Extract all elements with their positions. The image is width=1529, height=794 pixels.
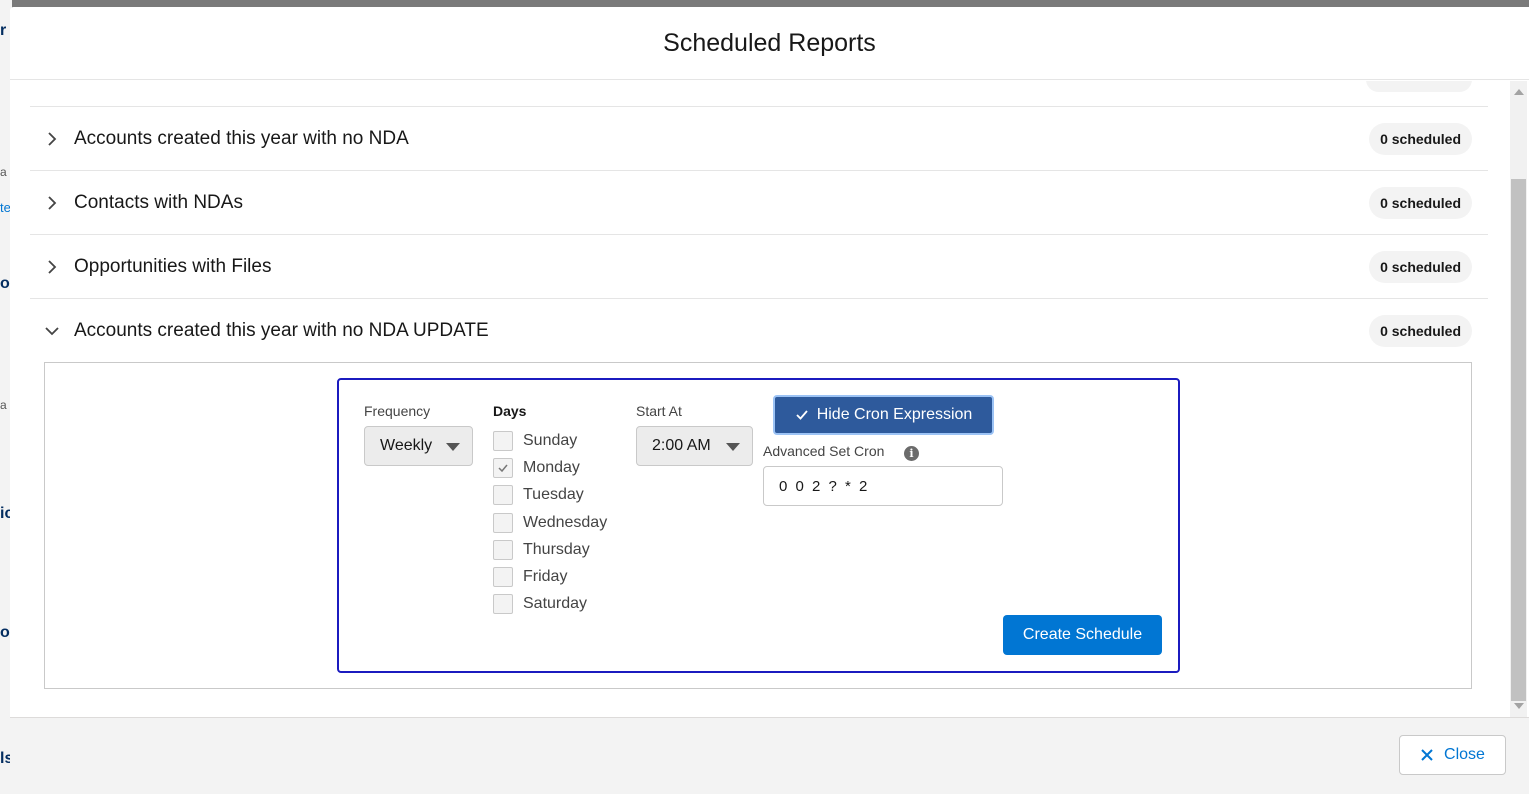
advanced-set-cron-label: Advanced Set Cron	[763, 443, 885, 459]
chevron-down-icon[interactable]	[30, 299, 74, 363]
chevron-right-icon[interactable]	[30, 235, 74, 299]
chevron-right-icon[interactable]	[30, 171, 74, 235]
chevron-right-icon[interactable]	[30, 107, 74, 171]
scheduled-count-badge: 0 scheduled	[1369, 123, 1472, 155]
scheduled-badge-partial	[1366, 81, 1472, 92]
close-label: Close	[1444, 746, 1485, 763]
background-fragment: r	[0, 22, 7, 39]
report-title[interactable]: Opportunities with Files	[74, 256, 271, 278]
day-checkbox-wednesday[interactable]: Wednesday	[493, 512, 607, 534]
schedule-panel: Frequency Weekly Days Sunday Monday Tues…	[44, 362, 1472, 689]
close-button[interactable]: Close	[1399, 735, 1506, 775]
start-at-select[interactable]: 2:00 AM	[636, 426, 753, 466]
day-checkbox-friday[interactable]: Friday	[493, 566, 567, 588]
days-label: Days	[493, 403, 527, 419]
checkbox[interactable]	[493, 594, 513, 614]
modal-body[interactable]: Accounts created this year with no NDA 0…	[10, 81, 1529, 717]
scheduled-count-badge: 0 scheduled	[1369, 251, 1472, 283]
day-checkbox-thursday[interactable]: Thursday	[493, 539, 590, 561]
chevron-down-icon	[446, 443, 460, 451]
background-fragment: ic	[0, 505, 10, 522]
report-list: Accounts created this year with no NDA 0…	[30, 81, 1488, 363]
modal-title: Scheduled Reports	[663, 28, 876, 57]
checkbox[interactable]	[493, 540, 513, 560]
chevron-down-icon	[726, 443, 740, 451]
cron-expression-input[interactable]	[763, 466, 1003, 506]
background-fragment: o	[0, 275, 10, 292]
checkbox[interactable]	[493, 485, 513, 505]
report-row[interactable]: Contacts with NDAs 0 scheduled	[30, 171, 1488, 235]
start-at-label: Start At	[636, 403, 682, 419]
report-row-expanded[interactable]: Accounts created this year with no NDA U…	[30, 299, 1488, 363]
day-checkbox-sunday[interactable]: Sunday	[493, 430, 577, 452]
frequency-select[interactable]: Weekly	[364, 426, 473, 466]
frequency-label: Frequency	[364, 403, 431, 419]
checkbox-checked[interactable]	[493, 458, 513, 478]
report-title[interactable]: Accounts created this year with no NDA U…	[74, 320, 489, 342]
background-fragment: o	[0, 624, 10, 641]
check-icon	[498, 464, 508, 473]
day-label: Friday	[523, 568, 568, 585]
day-label: Thursday	[523, 541, 590, 558]
schedule-form: Frequency Weekly Days Sunday Monday Tues…	[337, 378, 1180, 673]
hide-cron-expression-button[interactable]: Hide Cron Expression	[773, 395, 994, 435]
background-fragment: te	[0, 200, 10, 215]
scrollbar-thumb[interactable]	[1511, 179, 1526, 701]
vertical-scrollbar[interactable]	[1510, 81, 1527, 717]
scroll-up-icon[interactable]	[1514, 89, 1524, 95]
day-checkbox-tuesday[interactable]: Tuesday	[493, 484, 584, 506]
hide-cron-label: Hide Cron Expression	[816, 406, 973, 423]
scheduled-reports-modal: Scheduled Reports Accounts created this …	[10, 7, 1529, 794]
check-icon	[796, 410, 808, 420]
background-fragment: a	[0, 165, 7, 179]
report-title[interactable]: Accounts created this year with no NDA	[74, 128, 409, 150]
report-row[interactable]: Accounts created this year with no NDA 0…	[30, 107, 1488, 171]
start-at-value: 2:00 AM	[652, 437, 711, 454]
scheduled-count-badge: 0 scheduled	[1369, 315, 1472, 347]
info-icon[interactable]: i	[904, 446, 919, 461]
day-checkbox-monday[interactable]: Monday	[493, 457, 580, 479]
frequency-value: Weekly	[380, 437, 433, 454]
close-icon	[1421, 749, 1433, 761]
day-label: Saturday	[523, 595, 588, 612]
scheduled-count-badge: 0 scheduled	[1369, 187, 1472, 219]
checkbox[interactable]	[493, 567, 513, 587]
day-label: Wednesday	[523, 514, 608, 531]
background-fragment: ls	[0, 750, 10, 767]
report-row[interactable]: Opportunities with Files 0 scheduled	[30, 235, 1488, 299]
checkbox[interactable]	[493, 513, 513, 533]
day-label: Tuesday	[523, 486, 584, 503]
scroll-down-icon[interactable]	[1514, 703, 1524, 709]
report-row-partial	[30, 81, 1488, 107]
day-checkbox-saturday[interactable]: Saturday	[493, 593, 587, 615]
modal-header: Scheduled Reports	[10, 7, 1529, 80]
day-label: Sunday	[523, 432, 578, 449]
report-title[interactable]: Contacts with NDAs	[74, 192, 243, 214]
create-schedule-button[interactable]: Create Schedule	[1003, 615, 1162, 655]
checkbox[interactable]	[493, 431, 513, 451]
background-fragment: a	[0, 398, 7, 412]
modal-footer: Close	[10, 717, 1529, 794]
day-label: Monday	[523, 459, 580, 476]
